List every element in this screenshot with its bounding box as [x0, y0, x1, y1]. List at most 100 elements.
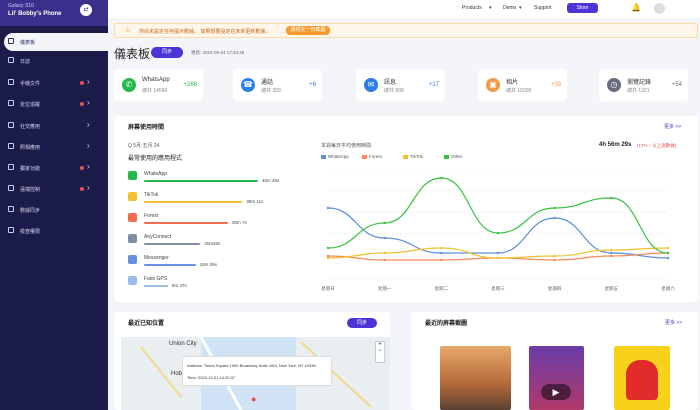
- data-point: [326, 206, 330, 210]
- panel-title: 屏幕使用時間: [128, 125, 165, 131]
- sidebar-item-label: 獨家功能: [20, 166, 41, 172]
- app-name: AnyConnect: [144, 234, 172, 240]
- data-point: [666, 251, 670, 255]
- stat-count: 總共 608: [384, 88, 404, 94]
- sync-icon: [8, 206, 14, 212]
- x-tick-label: 星期日: [321, 286, 335, 292]
- sidebar-item-remote[interactable]: 遠端控制 ›: [0, 180, 108, 198]
- nav-support[interactable]: Support: [534, 5, 552, 11]
- switch-icon[interactable]: ⇄: [80, 4, 92, 16]
- stat-name: 瀏覽記錄: [627, 80, 652, 86]
- chevron-right-icon: ›: [87, 98, 90, 107]
- sidebar-item-label: 數據同步: [20, 208, 41, 214]
- notification-dot: [80, 166, 84, 170]
- notice-banner: ⚠ 你尚未設定任何提示數據。 如果想要設定在未來更新數據， 請經定一份截圖: [114, 23, 698, 38]
- dashboard-icon: [8, 38, 14, 44]
- app-name: Fake GPS: [144, 276, 168, 282]
- legend-item[interactable]: TikTok: [403, 154, 423, 159]
- nav-products[interactable]: Products: [462, 5, 482, 11]
- data-point: [553, 206, 556, 210]
- sidebar-item-exclusive[interactable]: 獨家功能 ›: [0, 159, 108, 177]
- data-point: [610, 196, 613, 200]
- stat-card[interactable]: ◷ 瀏覽記錄 總共 1321 +54: [599, 69, 688, 101]
- app-time: 18m 26s: [199, 262, 217, 267]
- stat-card[interactable]: ✉ 訊息 總共 608 +17: [356, 69, 445, 101]
- zoom-control[interactable]: + −: [375, 341, 385, 363]
- sidebar-item-camera[interactable]: 照相應用 ›: [0, 138, 108, 156]
- app-time: 20m20s: [204, 241, 221, 246]
- panel-title: 最近已知位置: [128, 321, 165, 327]
- data-point: [326, 246, 330, 250]
- legend-label: Other: [451, 154, 463, 159]
- stat-card[interactable]: ☎ 通話 總共 359 +6: [233, 69, 322, 101]
- stat-delta: +17: [428, 82, 439, 88]
- x-tick-label: 星期三: [491, 286, 505, 292]
- sidebar-item-social[interactable]: 社交應用 ›: [0, 117, 108, 135]
- stat-icon: ☎: [241, 78, 255, 92]
- sidebar-item-files[interactable]: 手機文件 ›: [0, 74, 108, 92]
- stat-card[interactable]: ▣ 相片 總共 15000 +39: [478, 69, 567, 101]
- sidebar-item-label: 照相應用: [20, 145, 41, 151]
- data-point: [440, 176, 443, 180]
- data-point: [496, 256, 500, 260]
- data-point: [553, 216, 556, 220]
- location-sync-button[interactable]: 同步: [347, 318, 377, 328]
- data-point: [383, 258, 386, 262]
- sidebar-item-label: 定位追蹤: [20, 102, 41, 108]
- app-icon: [128, 234, 137, 243]
- stat-card[interactable]: ✆ WhatsApp 總共 14560 +268: [114, 69, 203, 101]
- legend-label: Forest: [369, 154, 382, 159]
- sync-button[interactable]: 同步: [151, 47, 183, 58]
- sidebar-item-log[interactable]: 日誌: [0, 52, 108, 70]
- store-button[interactable]: Store: [567, 3, 598, 13]
- map-pin-icon: ●: [251, 394, 257, 404]
- screenshot-thumbnail[interactable]: [440, 346, 511, 410]
- banner-text: 你尚未設定任何提示數據。 如果想要設定在未來更新數據，: [139, 29, 271, 35]
- chart-title: 本週每日平均使用時間: [321, 143, 372, 149]
- chevron-right-icon: ›: [87, 162, 90, 171]
- screenshot-thumbnail[interactable]: ▶: [529, 346, 584, 410]
- sidebar-item-permissions[interactable]: 檢查權限: [0, 222, 108, 240]
- remote-icon: [8, 185, 14, 191]
- legend-item[interactable]: Forest: [362, 154, 382, 159]
- usage-date: Q 5月 五月 24: [128, 143, 160, 149]
- video-play-icon: ▶: [541, 384, 571, 400]
- sidebar-item-sync[interactable]: 數據同步: [0, 201, 108, 219]
- map-label-union-city: Union City: [169, 341, 197, 347]
- stat-icon: ◷: [607, 78, 621, 92]
- legend-item[interactable]: Other: [444, 154, 462, 159]
- screenshots-more-link[interactable]: 更多 >>: [665, 319, 682, 326]
- nav-demo[interactable]: Demo: [503, 5, 516, 11]
- social-icon: [8, 122, 14, 128]
- sidebar: Galaxy S10 Lil' Bobby's Phone ⇄ 儀表板 日誌 手…: [0, 0, 108, 410]
- change-text: (17% ↑ 以上週數據): [637, 143, 677, 148]
- sidebar-item-label: 手機文件: [20, 81, 41, 87]
- notification-dot: [80, 102, 84, 106]
- sidebar-item-location[interactable]: 定位追蹤 ›: [0, 95, 108, 113]
- legend-label: WhatsApp: [328, 154, 349, 159]
- stat-name: WhatsApp: [142, 77, 170, 83]
- data-point: [383, 251, 386, 255]
- legend-item[interactable]: WhatsApp: [321, 154, 349, 159]
- stat-name: 訊息: [384, 80, 397, 86]
- device-switcher[interactable]: Galaxy S10 Lil' Bobby's Phone ⇄: [0, 0, 108, 26]
- chevron-right-icon: ›: [87, 120, 90, 129]
- app-name: Messenger: [144, 255, 169, 261]
- app-usage-bar: [144, 243, 201, 245]
- sidebar-item-dashboard[interactable]: 儀表板: [4, 33, 108, 51]
- data-point: [326, 256, 330, 260]
- screenshot-thumbnail[interactable]: [614, 346, 670, 410]
- bell-icon[interactable]: 🔔: [631, 3, 641, 13]
- data-point: [610, 248, 613, 252]
- stat-name: 通話: [261, 80, 274, 86]
- stat-name: 相片: [506, 80, 519, 86]
- app-time: 30m 7s: [232, 220, 247, 225]
- data-point: [496, 231, 500, 235]
- banner-button[interactable]: 請經定一份截圖: [286, 26, 330, 35]
- app-name: WhatsApp: [144, 171, 168, 177]
- data-point: [610, 254, 613, 258]
- more-link[interactable]: 更多 >>: [664, 123, 681, 130]
- data-point: [553, 254, 556, 258]
- data-point: [440, 251, 443, 255]
- avatar[interactable]: [654, 3, 665, 14]
